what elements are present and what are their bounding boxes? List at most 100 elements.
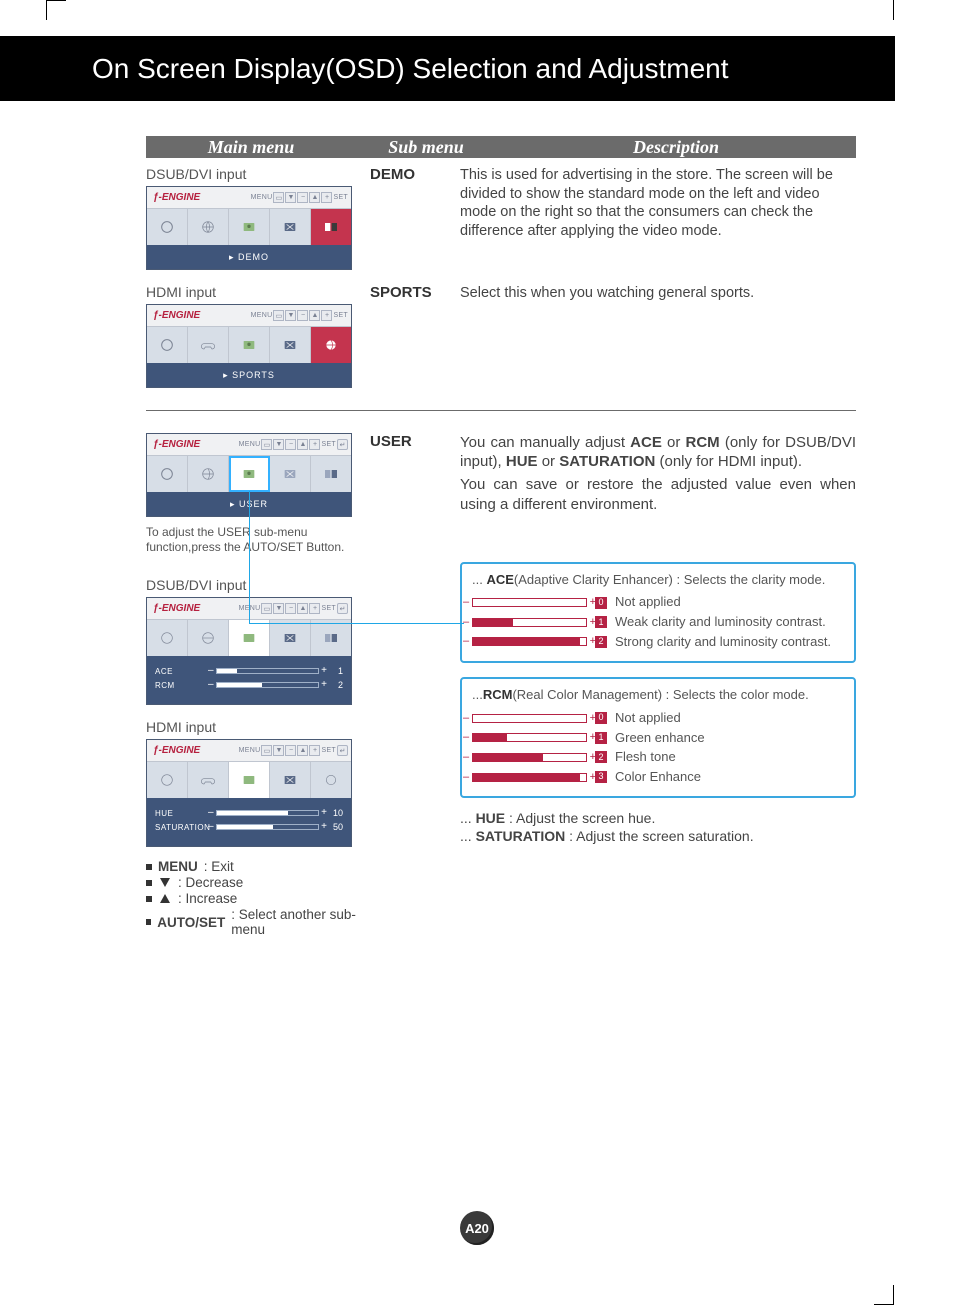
osd-sports: ƒ-ENGINE MENU▭ ▼− ▲+ SET [146, 304, 352, 388]
mode-demo-icon [311, 456, 351, 492]
mode-user-icon [229, 327, 270, 363]
decrease-icon [160, 878, 170, 887]
row-demo: DSUB/DVI input ƒ-ENGINE MENU▭ ▼− ▲+ SET [146, 166, 856, 270]
mode-demo-icon [311, 620, 351, 656]
crop-mark-top-left [46, 0, 66, 20]
crop-mark-top-right [893, 0, 894, 20]
level-bar [472, 598, 587, 607]
osd-demo: ƒ-ENGINE MENU▭ ▼− ▲+ SET [146, 186, 352, 270]
sub-user: USER [370, 433, 460, 938]
option-label: Strong clarity and luminosity contrast. [615, 634, 831, 651]
rcm-box: ...RCM(Real Color Management) : Selects … [460, 677, 856, 798]
plus-key-icon: + [321, 192, 332, 203]
up-key-icon: ▲ [309, 192, 320, 203]
menu-key-icon: ▭ [273, 310, 284, 321]
level-number: 2 [595, 751, 607, 763]
col-main-user: ƒ-ENGINE MENU▭ ▼− ▲+ SET↵ [146, 433, 370, 938]
mode-internet-icon [188, 456, 229, 492]
level-number: 1 [595, 732, 607, 744]
th-description: Description [496, 137, 856, 158]
th-main-menu: Main menu [146, 137, 356, 158]
plus-key-icon: + [321, 310, 332, 321]
autoset-key-icon: ↵ [337, 439, 348, 450]
osd-footer-sports: ▸ SPORTS [147, 363, 351, 387]
slider-hue-label: HUE [155, 809, 210, 818]
callout-line [249, 623, 464, 624]
mode-sports-icon [311, 327, 351, 363]
level-number: 0 [595, 712, 607, 724]
option-row: 0Not applied [472, 710, 844, 727]
up-key-icon: ▲ [309, 310, 320, 321]
minus-key-icon: − [285, 439, 296, 450]
button-legend: MENU : Exit : Decrease : Increase AUTO/S… [146, 859, 370, 937]
mode-game-icon [188, 327, 229, 363]
osd-set-lbl: SET [333, 194, 348, 201]
increase-icon [160, 894, 170, 903]
mode-movie-icon [147, 762, 188, 798]
ace-box: ... ACE(Adaptive Clarity Enhancer) : Sel… [460, 562, 856, 664]
label-hdmi-2: HDMI input [146, 719, 370, 735]
mode-normal-icon [270, 209, 311, 245]
mode-normal-icon [270, 620, 311, 656]
mode-movie-icon [147, 620, 188, 656]
mode-user-icon [229, 209, 270, 245]
mode-user-icon-selected [229, 456, 270, 492]
mode-normal-icon [270, 762, 311, 798]
option-label: Color Enhance [615, 769, 701, 786]
level-bar [472, 753, 587, 762]
level-number: 2 [595, 636, 607, 648]
slider-rcm-label: RCM [155, 681, 210, 690]
page-number: A20 [460, 1211, 494, 1245]
level-bar [472, 733, 587, 742]
up-key-icon: ▲ [297, 439, 308, 450]
mode-sports-icon [311, 762, 351, 798]
mode-internet-icon [188, 209, 229, 245]
desc-sports: Select this when you watching general sp… [460, 284, 856, 388]
mode-demo-icon [311, 209, 351, 245]
option-row: 1 Weak clarity and luminosity contrast. [472, 614, 844, 631]
down-key-icon: ▼ [285, 310, 296, 321]
mode-user-icon [229, 762, 270, 798]
menu-key-icon: ▭ [273, 192, 284, 203]
plus-key-icon: + [309, 439, 320, 450]
mode-game-icon [188, 762, 229, 798]
level-bar [472, 618, 587, 627]
option-label: Flesh tone [615, 749, 676, 766]
page-title: On Screen Display(OSD) Selection and Adj… [0, 36, 895, 101]
mode-normal-icon [270, 327, 311, 363]
label-dsub-1: DSUB/DVI input [146, 166, 370, 182]
page: On Screen Display(OSD) Selection and Adj… [0, 0, 954, 1305]
level-number: 0 [595, 597, 607, 609]
mode-normal-icon [270, 456, 311, 492]
hue-line: ... HUE : Adjust the screen hue. [460, 810, 856, 828]
osd-brand-1: ƒ-ENGINE [147, 192, 204, 203]
option-row: 2 Strong clarity and luminosity contrast. [472, 634, 844, 651]
menu-key-icon: ▭ [261, 439, 272, 450]
osd-menu-lbl: MENU [251, 194, 273, 201]
label-hdmi-1: HDMI input [146, 284, 370, 300]
osd-user-hdmi: ƒ-ENGINE MENU▭ ▼− ▲+ SET↵ [146, 739, 352, 847]
mode-movie-icon [147, 327, 188, 363]
sub-sports: SPORTS [370, 284, 460, 388]
down-key-icon: ▼ [285, 192, 296, 203]
option-label: Weak clarity and luminosity contrast. [615, 614, 826, 631]
content-area: Main menu Sub menu Description DSUB/DVI … [146, 136, 856, 938]
down-key-icon: ▼ [273, 439, 284, 450]
user-note: To adjust the USER sub-menu function,pre… [146, 525, 370, 555]
desc-demo: This is used for advertising in the stor… [460, 166, 856, 270]
osd-brand-3: ƒ-ENGINE [147, 439, 204, 450]
minus-key-icon: − [297, 310, 308, 321]
level-number: 1 [595, 616, 607, 628]
callout-line [249, 491, 250, 623]
mode-movie-icon [147, 456, 188, 492]
saturation-line: ... SATURATION : Adjust the screen satur… [460, 828, 856, 846]
option-label: Green enhance [615, 730, 705, 747]
crop-mark-bottom-right [874, 1285, 894, 1305]
desc-user: You can manually adjust ACE or RCM (only… [460, 433, 856, 938]
mode-movie-icon [147, 209, 188, 245]
th-sub-menu: Sub menu [356, 137, 496, 158]
row-sports: HDMI input ƒ-ENGINE MENU▭ ▼− ▲+ SET [146, 284, 856, 388]
level-bar [472, 773, 587, 782]
option-row: 0Not applied [472, 594, 844, 611]
sub-demo: DEMO [370, 166, 460, 270]
